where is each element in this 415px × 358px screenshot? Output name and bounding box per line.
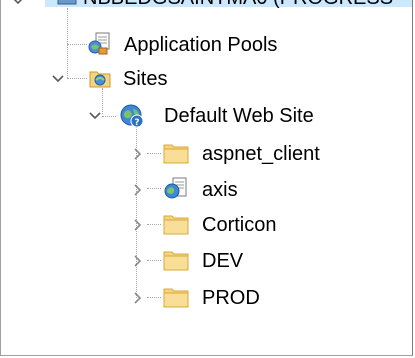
chevron-right-icon[interactable] (131, 147, 145, 161)
server-icon (57, 0, 77, 5)
folder-icon (163, 251, 189, 271)
sites-icon (89, 71, 111, 88)
tree-node-label: PROD (202, 287, 260, 309)
chevron-right-icon[interactable] (131, 291, 145, 305)
tree-node-server[interactable]: NBBEDGSAINTMA0 (PROGRESS (1, 0, 412, 30)
chevron-down-icon[interactable] (88, 109, 102, 123)
tree-node-child[interactable]: DEV (1, 247, 412, 277)
tree-node-child[interactable]: Corticon (1, 211, 412, 241)
tree-node-label: Application Pools (124, 34, 278, 56)
tree-node-default-web-site[interactable]: ? Default Web Site (1, 102, 412, 132)
tree-node-label: DEV (202, 250, 244, 272)
tree-node-label: NBBEDGSAINTMA0 (PROGRESS (83, 0, 393, 10)
tree-node-label: Corticon (202, 214, 277, 236)
tree-node-child[interactable]: axis (1, 176, 412, 206)
folder-icon (163, 215, 189, 235)
svg-text:?: ? (134, 118, 139, 128)
tree-node-child[interactable]: aspnet_client (1, 140, 412, 170)
tree-node-label: aspnet_client (202, 143, 320, 165)
globe-icon: ? (120, 104, 144, 128)
tree-node-application-pools[interactable]: Application Pools (1, 31, 412, 61)
folder-icon (163, 288, 189, 308)
chevron-right-icon[interactable] (131, 218, 145, 232)
tree-node-label: axis (202, 179, 238, 201)
chevron-right-icon[interactable] (131, 254, 145, 268)
chevron-down-icon[interactable] (11, 0, 25, 8)
tree-node-label: Sites (123, 68, 168, 90)
chevron-right-icon[interactable] (131, 183, 145, 197)
web-app-icon (164, 177, 187, 199)
app-pools-icon (88, 32, 110, 55)
tree-node-sites[interactable]: Sites (1, 65, 412, 95)
tree-node-child[interactable]: PROD (1, 284, 412, 314)
connections-tree: NBBEDGSAINTMA0 (PROGRESS Application Poo… (0, 0, 413, 356)
folder-icon (163, 144, 189, 164)
tree-node-label: Default Web Site (164, 105, 314, 127)
chevron-down-icon[interactable] (51, 72, 65, 86)
